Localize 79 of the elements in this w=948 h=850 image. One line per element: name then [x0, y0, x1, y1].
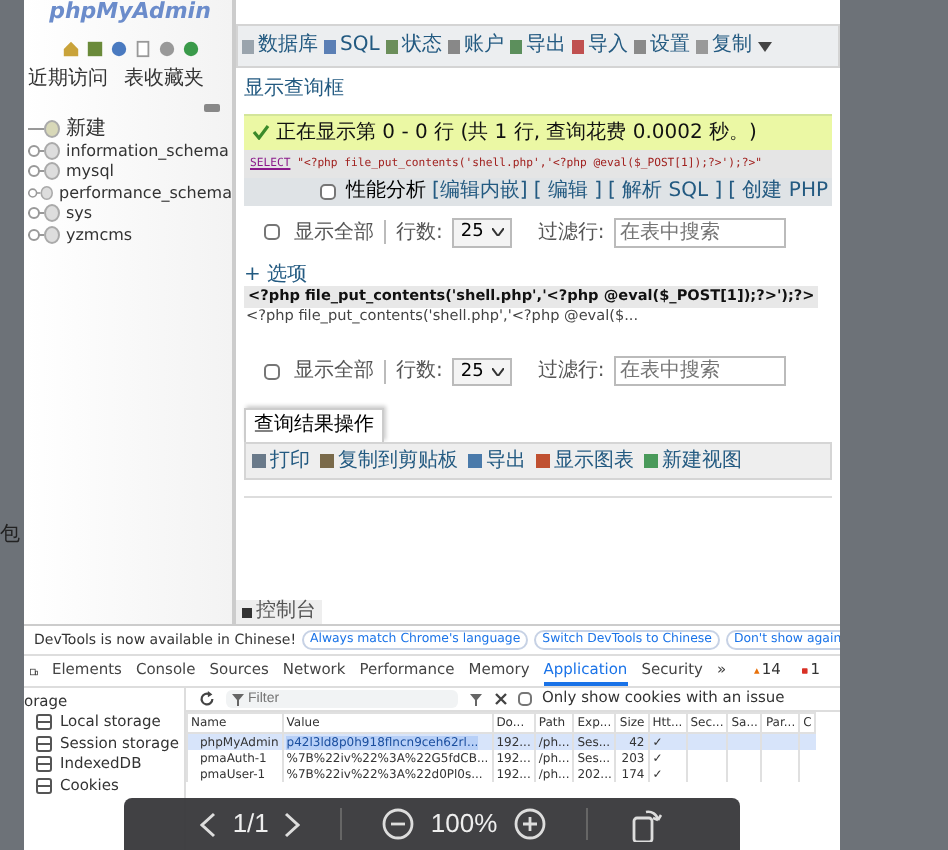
- sql-link[interactable]: [编辑内嵌]: [432, 180, 528, 204]
- filter-field[interactable]: 在表中搜索: [614, 356, 787, 387]
- menu-tab[interactable]: 复制: [695, 34, 752, 58]
- storage-icon: [36, 777, 52, 794]
- action-link[interactable]: 显示图表: [536, 449, 634, 473]
- sql-link[interactable]: [ 编辑 ]: [533, 180, 603, 204]
- database-name[interactable]: mysql: [66, 162, 114, 181]
- expand-icon[interactable]: [28, 162, 60, 181]
- previous-icon[interactable]: [200, 811, 217, 837]
- menu-tab[interactable]: 账户: [447, 34, 504, 58]
- database-name[interactable]: information_schema: [66, 141, 229, 160]
- filter-icon: [232, 693, 244, 705]
- database-name[interactable]: yzmcms: [66, 225, 133, 244]
- rotate-icon[interactable]: [627, 806, 664, 842]
- sql-link[interactable]: [ 创建 PHP: [728, 180, 828, 204]
- caret-icon: [491, 367, 504, 376]
- partial-text: 包: [0, 524, 20, 547]
- rows-select[interactable]: 25: [452, 357, 512, 386]
- show-all-checkbox[interactable]: [264, 363, 280, 380]
- next-icon[interactable]: [284, 811, 301, 837]
- storage-icon: [36, 756, 52, 773]
- show-all-label: 显示全部: [294, 359, 374, 383]
- clear-filter-icon[interactable]: [468, 691, 484, 707]
- logo: phpMyAdmin: [47, 0, 213, 24]
- menu-tab[interactable]: 导出: [509, 34, 566, 58]
- home-icon[interactable]: [61, 40, 79, 58]
- device-toggle-icon[interactable]: [30, 663, 38, 679]
- action-link[interactable]: 导出: [468, 449, 526, 473]
- storage-icon: [36, 735, 52, 752]
- storage-icon: [36, 714, 52, 731]
- nav-tab[interactable]: 近期访问: [28, 68, 108, 91]
- show-query-box-link[interactable]: 显示查询框: [244, 78, 344, 101]
- profiling-checkbox[interactable]: [320, 184, 337, 201]
- database-name[interactable]: performance_schema: [59, 183, 232, 202]
- refresh-icon[interactable]: [198, 690, 216, 708]
- zoom-out-icon[interactable]: [382, 808, 415, 840]
- show-all-label: 显示全部: [294, 221, 374, 245]
- document-icon[interactable]: [133, 40, 151, 58]
- success-text: 正在显示第 0 - 0 行 (共 1 行, 查询花费 0.0002 秒。): [276, 121, 757, 144]
- rows-label: 行数:: [396, 221, 443, 245]
- nav-tab[interactable]: 表收藏夹: [124, 68, 204, 91]
- options-link[interactable]: + 选项: [244, 263, 308, 287]
- filter-field[interactable]: 在表中搜索: [614, 217, 787, 248]
- fieldset-legend: 查询结果操作: [244, 408, 384, 442]
- show-all-checkbox[interactable]: [264, 224, 280, 241]
- expand-icon[interactable]: [28, 183, 53, 202]
- filter-label: 过滤行:: [537, 221, 605, 245]
- new-database-icon[interactable]: [28, 120, 60, 139]
- menu-tab[interactable]: 状态: [385, 34, 442, 58]
- database-name[interactable]: sys: [66, 204, 93, 223]
- help-icon[interactable]: [109, 40, 127, 58]
- sql-link[interactable]: [ 解析 SQL ]: [608, 180, 723, 204]
- caret-icon[interactable]: [757, 41, 772, 51]
- console-tab[interactable]: 控制台: [236, 600, 322, 624]
- rows-select[interactable]: 25: [452, 218, 512, 248]
- action-link[interactable]: 新建视图: [644, 449, 742, 473]
- menu-tab[interactable]: 导入: [571, 34, 628, 58]
- action-link[interactable]: 打印: [252, 449, 310, 473]
- issues-checkbox[interactable]: [518, 692, 532, 706]
- close-icon[interactable]: [494, 692, 508, 706]
- rows-label: 行数:: [396, 359, 443, 383]
- error-icon: [802, 664, 809, 678]
- expand-icon[interactable]: [28, 141, 60, 160]
- menu-tab[interactable]: SQL: [324, 34, 380, 58]
- check-icon: [252, 124, 270, 141]
- filter-label: 过滤行:: [537, 359, 605, 383]
- collapse-icon[interactable]: [204, 103, 220, 111]
- zoom-level: 100%: [430, 809, 498, 839]
- menu-tab[interactable]: 数据库: [242, 34, 318, 58]
- warning-icon: [754, 664, 760, 678]
- caret-icon: [491, 228, 504, 237]
- menu-tab[interactable]: 设置: [633, 34, 690, 58]
- action-link[interactable]: 复制到剪贴板: [320, 449, 458, 473]
- expand-icon[interactable]: [28, 225, 60, 244]
- page-counter: 1/1: [232, 809, 269, 839]
- database-name[interactable]: 新建: [66, 118, 106, 141]
- zoom-in-icon[interactable]: [513, 808, 546, 840]
- expand-icon[interactable]: [28, 204, 60, 223]
- profiling-label: 性能分析: [346, 180, 427, 204]
